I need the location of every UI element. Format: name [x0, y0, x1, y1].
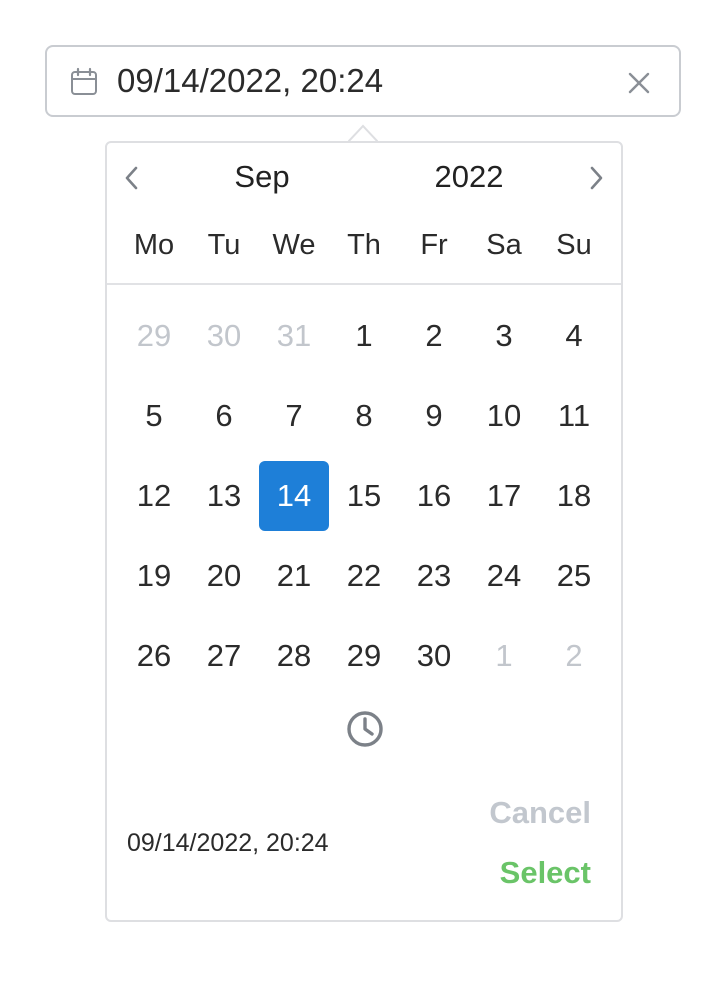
close-icon[interactable] [623, 67, 655, 99]
calendar-day-outside[interactable]: 2 [539, 621, 609, 691]
calendar-day[interactable]: 5 [119, 381, 189, 451]
calendar-day[interactable]: 13 [189, 461, 259, 531]
weekday-header: Mo Tu We Th Fr Sa Su [107, 229, 621, 269]
calendar-day[interactable]: 4 [539, 301, 609, 371]
weekday-label: Sa [486, 229, 522, 261]
calendar-day[interactable]: 27 [189, 621, 259, 691]
calendar-day[interactable]: 7 [259, 381, 329, 451]
date-input-value[interactable]: 09/14/2022, 20:24 [117, 63, 383, 99]
calendar-day[interactable]: 3 [469, 301, 539, 371]
clock-icon[interactable] [345, 709, 385, 749]
calendar-day[interactable]: 8 [329, 381, 399, 451]
calendar-day[interactable]: 15 [329, 461, 399, 531]
calendar-day[interactable]: 23 [399, 541, 469, 611]
calendar-week-row: 19 20 21 22 23 24 25 [119, 536, 609, 616]
cancel-button[interactable]: Cancel [489, 795, 591, 831]
chevron-right-icon[interactable] [583, 161, 609, 195]
date-input[interactable]: 09/14/2022, 20:24 [45, 45, 681, 117]
calendar-week-row: 29 30 31 1 2 3 4 [119, 296, 609, 376]
header-divider [107, 283, 621, 285]
weekday-label: Fr [420, 229, 448, 261]
calendar-day[interactable]: 25 [539, 541, 609, 611]
weekday-label: We [272, 229, 316, 261]
calendar-day-outside[interactable]: 30 [189, 301, 259, 371]
year-selector[interactable]: 2022 [417, 159, 521, 195]
calendar-nav: Sep 2022 [107, 143, 621, 213]
calendar-day-selected[interactable]: 14 [259, 461, 329, 531]
calendar-day-outside[interactable]: 31 [259, 301, 329, 371]
month-selector[interactable]: Sep [210, 159, 314, 195]
calendar-day[interactable]: 16 [399, 461, 469, 531]
weekday-label: Tu [207, 229, 241, 261]
calendar-icon [71, 67, 97, 95]
calendar-day[interactable]: 20 [189, 541, 259, 611]
calendar-day[interactable]: 1 [329, 301, 399, 371]
calendar-day[interactable]: 26 [119, 621, 189, 691]
calendar-day[interactable]: 9 [399, 381, 469, 451]
weekday-label: Mo [133, 229, 175, 261]
calendar-day[interactable]: 19 [119, 541, 189, 611]
calendar-grid: 29 30 31 1 2 3 4 5 6 7 8 9 10 11 12 13 14 15 16 17 18 19 20 21 2… [119, 296, 609, 696]
date-picker-popup: Sep 2022 Mo Tu We Th Fr Sa Su 29 30 31 1 2 3 4… [105, 141, 623, 922]
weekday-label: Th [347, 229, 381, 261]
calendar-day-outside[interactable]: 1 [469, 621, 539, 691]
calendar-day[interactable]: 30 [399, 621, 469, 691]
popup-arrow [348, 124, 378, 142]
calendar-week-row: 5 6 7 8 9 10 11 [119, 376, 609, 456]
calendar-day[interactable]: 21 [259, 541, 329, 611]
calendar-day[interactable]: 6 [189, 381, 259, 451]
calendar-day[interactable]: 28 [259, 621, 329, 691]
select-button[interactable]: Select [500, 855, 591, 891]
calendar-day[interactable]: 24 [469, 541, 539, 611]
calendar-day[interactable]: 10 [469, 381, 539, 451]
calendar-day[interactable]: 18 [539, 461, 609, 531]
calendar-day[interactable]: 11 [539, 381, 609, 451]
chevron-left-icon[interactable] [119, 161, 145, 195]
calendar-day[interactable]: 29 [329, 621, 399, 691]
calendar-day[interactable]: 17 [469, 461, 539, 531]
selected-datetime-text: 09/14/2022, 20:24 [127, 829, 329, 857]
calendar-week-row: 12 13 14 15 16 17 18 [119, 456, 609, 536]
calendar-week-row: 26 27 28 29 30 1 2 [119, 616, 609, 696]
weekday-label: Su [556, 229, 592, 261]
calendar-day[interactable]: 12 [119, 461, 189, 531]
calendar-day[interactable]: 22 [329, 541, 399, 611]
calendar-day-outside[interactable]: 29 [119, 301, 189, 371]
calendar-day[interactable]: 2 [399, 301, 469, 371]
